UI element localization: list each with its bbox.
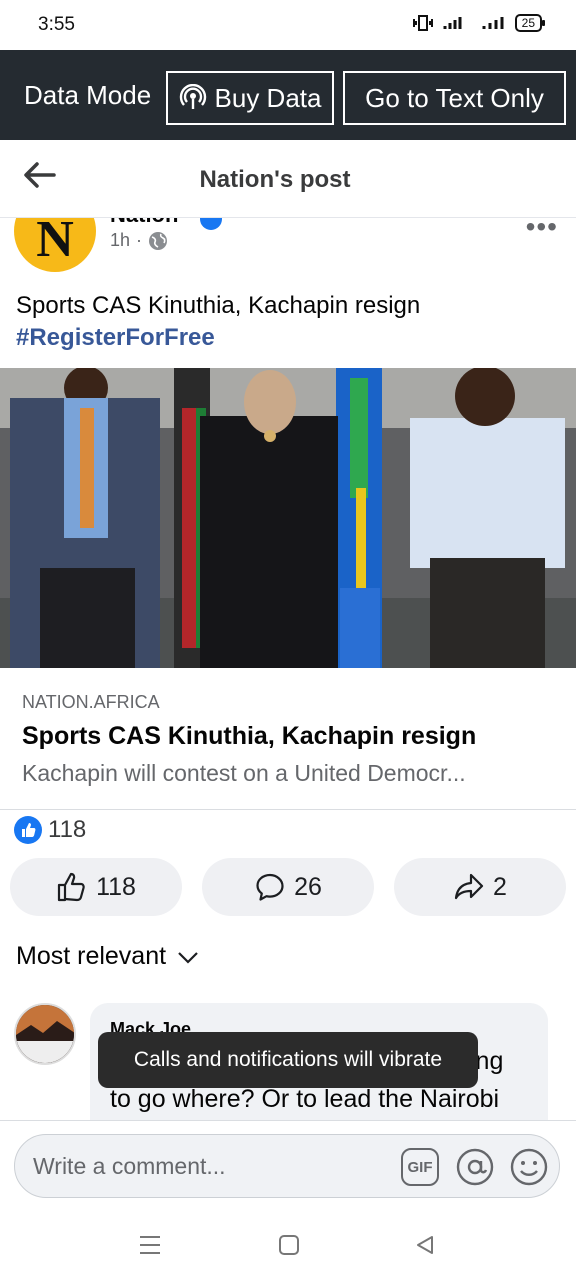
status-icons: 25 xyxy=(411,14,546,32)
signal-icon-2 xyxy=(482,17,504,29)
signal-icon xyxy=(443,17,462,29)
sort-label: Most relevant xyxy=(16,942,167,970)
link-title: Sports CAS Kinuthia, Kachapin resign xyxy=(22,722,477,750)
emoji-icon[interactable] xyxy=(509,1147,549,1187)
globe-icon xyxy=(149,231,168,250)
comment-button[interactable]: 26 xyxy=(202,858,374,916)
share-count: 2 xyxy=(493,872,507,901)
post-meta: 1h · xyxy=(110,230,168,251)
post-author-row: N Nation 1h · ••• xyxy=(0,218,576,278)
action-row: 118 26 2 xyxy=(0,858,576,918)
link-description: Kachapin will contest on a United Democr… xyxy=(22,760,466,786)
text-only-button[interactable]: Go to Text Only xyxy=(343,71,566,125)
comment-text-line2: to go where? Or to lead the Nairobi xyxy=(110,1085,500,1113)
verified-icon xyxy=(200,218,222,230)
buy-data-label: Buy Data xyxy=(214,82,322,113)
hashtag-link[interactable]: #RegisterForFree xyxy=(16,322,561,354)
photo-illustration xyxy=(0,368,576,668)
share-icon xyxy=(454,873,484,900)
meta-separator: · xyxy=(136,230,143,250)
share-button[interactable]: 2 xyxy=(394,858,566,916)
recent-apps-icon[interactable] xyxy=(138,1234,162,1256)
like-count: 118 xyxy=(96,872,136,901)
mention-icon[interactable] xyxy=(455,1147,495,1187)
like-badge-icon xyxy=(14,816,42,844)
post-time[interactable]: 1h xyxy=(110,230,130,251)
comment-input[interactable]: Write a comment... xyxy=(33,1153,226,1180)
comment-sort-dropdown[interactable]: Most relevant xyxy=(16,942,200,971)
comment-composer: Write a comment... GIF xyxy=(0,1120,576,1210)
more-options-icon[interactable]: ••• xyxy=(526,218,558,241)
thumbs-up-icon xyxy=(57,872,85,902)
vibrate-icon xyxy=(412,15,433,31)
data-mode-label: Data Mode xyxy=(24,80,152,110)
battery-icon: 25 xyxy=(514,14,546,32)
buy-data-button[interactable]: Buy Data xyxy=(166,71,334,125)
chevron-down-icon xyxy=(178,951,198,964)
post-text: Sports CAS Kinuthia, Kachapin resign #Re… xyxy=(16,290,561,354)
commenter-avatar[interactable] xyxy=(14,1003,76,1065)
broadcast-icon xyxy=(179,84,206,109)
status-time: 3:55 xyxy=(38,14,75,35)
author-name[interactable]: Nation xyxy=(110,218,178,228)
text-only-label: Go to Text Only xyxy=(365,82,544,113)
gif-icon[interactable]: GIF xyxy=(401,1148,439,1186)
system-toast: Calls and notifications will vibrate xyxy=(98,1032,478,1088)
page-avatar[interactable]: N xyxy=(14,218,96,272)
post-body: Sports CAS Kinuthia, Kachapin resign xyxy=(16,292,421,319)
system-nav-bar xyxy=(0,1210,576,1280)
status-bar: 3:55 25 xyxy=(0,0,576,50)
link-domain: NATION.AFRICA xyxy=(22,692,160,712)
data-mode-bar: Data Mode Buy Data Go to Text Only xyxy=(0,50,576,140)
like-button[interactable]: 118 xyxy=(10,858,182,916)
page-title: Nation's post xyxy=(199,166,351,193)
home-icon[interactable] xyxy=(278,1234,300,1256)
comment-count: 26 xyxy=(294,872,322,901)
post-header: Nation's post xyxy=(0,140,576,218)
reaction-summary[interactable]: 118 xyxy=(14,816,86,844)
link-preview-card[interactable]: NATION.AFRICA Sports CAS Kinuthia, Kacha… xyxy=(0,668,576,810)
comment-input-box[interactable]: Write a comment... GIF xyxy=(14,1134,560,1198)
nav-back-icon[interactable] xyxy=(414,1234,436,1256)
post-image[interactable] xyxy=(0,368,576,668)
reaction-count: 118 xyxy=(48,816,87,843)
comment-icon xyxy=(256,873,284,901)
